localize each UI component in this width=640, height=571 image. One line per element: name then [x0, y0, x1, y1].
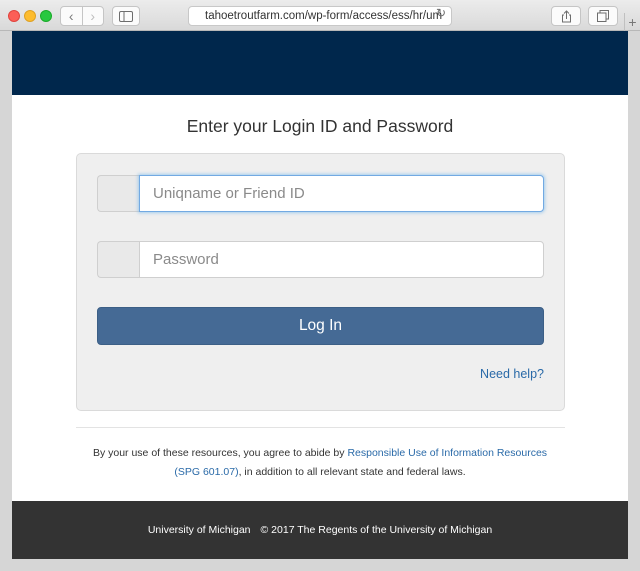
terms-text-before: By your use of these resources, you agre… — [92, 447, 348, 459]
tabs-icon — [597, 10, 609, 22]
close-window-button[interactable] — [8, 10, 20, 22]
login-form: Log In Need help? — [76, 153, 565, 411]
footer-university: University of Michigan — [147, 524, 251, 536]
username-addon — [97, 175, 139, 212]
chevron-left-icon[interactable]: ‹ — [61, 7, 82, 25]
password-addon — [97, 241, 139, 278]
site-footer: University of Michigan © 2017 The Regent… — [12, 501, 628, 559]
address-bar[interactable]: tahoetroutfarm.com/wp-form/access/ess/hr… — [188, 6, 452, 26]
page-title: Enter your Login ID and Password — [186, 116, 454, 136]
terms-text-after: , in addition to all relevant state and … — [238, 466, 466, 478]
show-tabs-button[interactable] — [588, 6, 618, 26]
username-field-group — [97, 175, 544, 212]
chevron-right-icon[interactable]: › — [81, 7, 104, 25]
new-tab-button[interactable]: + — [624, 13, 640, 31]
navigation-buttons: ‹ › — [60, 6, 104, 26]
footer-copyright: © 2017 The Regents of the University of … — [260, 524, 493, 536]
divider — [76, 427, 565, 428]
web-page: Enter your Login ID and Password Log In … — [12, 31, 628, 559]
minimize-window-button[interactable] — [24, 10, 36, 22]
reload-icon[interactable]: ↻ — [436, 6, 446, 20]
username-input[interactable] — [139, 175, 544, 212]
site-header-bar — [12, 31, 628, 95]
password-field-group — [97, 241, 544, 278]
browser-titlebar: ‹ › tahoetroutfarm.com/wp-form/access/es… — [0, 0, 640, 31]
terms-notice: By your use of these resources, you agre… — [86, 444, 554, 482]
zoom-window-button[interactable] — [40, 10, 52, 22]
sidebar-toggle-button[interactable] — [112, 6, 140, 26]
share-icon — [561, 9, 571, 22]
need-help-link[interactable]: Need help? — [480, 367, 544, 381]
login-button[interactable]: Log In — [97, 307, 544, 345]
sidebar-icon — [119, 10, 133, 22]
password-input[interactable] — [139, 241, 544, 278]
share-button[interactable] — [551, 6, 581, 26]
url-text: tahoetroutfarm.com/wp-form/access/ess/hr… — [205, 10, 443, 22]
